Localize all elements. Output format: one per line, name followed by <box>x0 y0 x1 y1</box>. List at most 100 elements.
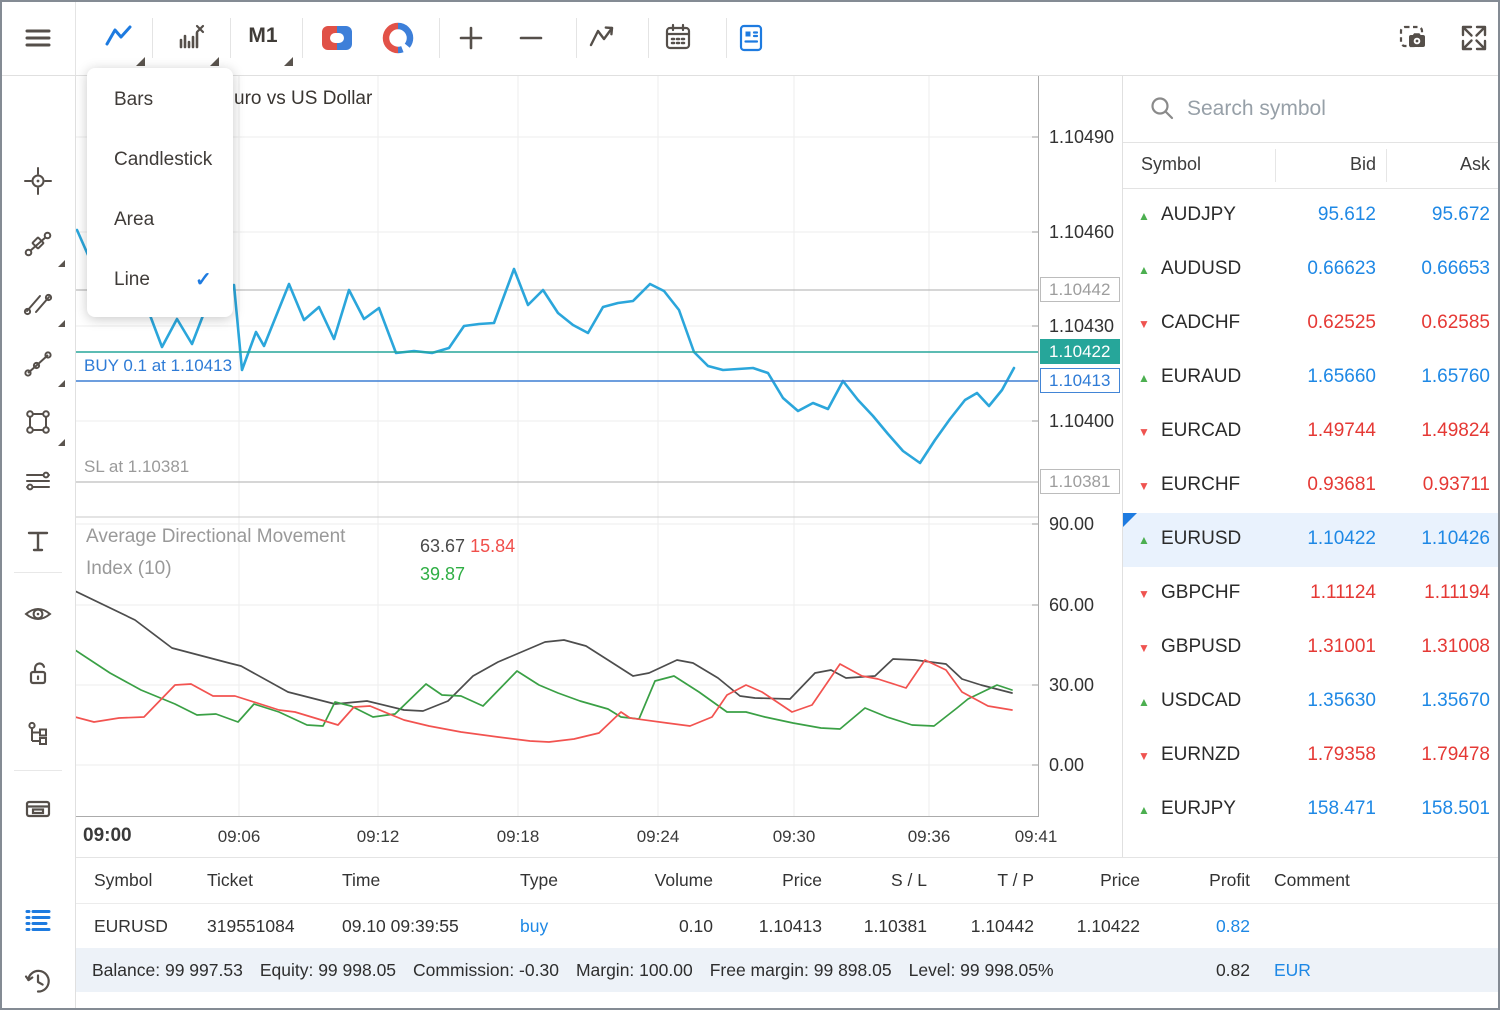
bid-value: 1.49744 <box>1307 420 1376 442</box>
objects-drawing-icon[interactable] <box>587 22 619 54</box>
history-icon[interactable] <box>23 966 53 996</box>
market-row-gbpusd[interactable]: ▼GBPUSD1.310011.31008 <box>1123 621 1500 675</box>
ask-value: 0.62585 <box>1421 312 1490 334</box>
plus-di-value: 39.87 <box>420 564 465 584</box>
time-tick: 09:41 <box>1015 827 1058 847</box>
trade-col-time[interactable]: Time <box>342 870 380 891</box>
price-tick: 1.10490 <box>1049 126 1114 148</box>
trade-col-tp[interactable]: T / P <box>997 870 1034 891</box>
column-symbol[interactable]: Symbol <box>1141 154 1201 175</box>
text-tool-icon[interactable] <box>23 526 53 556</box>
trade-col-price[interactable]: Price <box>782 870 822 891</box>
visibility-eye-icon[interactable] <box>23 599 53 629</box>
sl-price-tag[interactable]: 1.10381 <box>1040 469 1120 494</box>
zoom-out-button[interactable] <box>515 22 547 54</box>
depth-of-market-icon[interactable] <box>382 22 414 54</box>
trade-col-ticket[interactable]: Ticket <box>207 870 253 891</box>
market-row-cadchf[interactable]: ▼CADCHF0.625250.62585 <box>1123 297 1500 351</box>
economic-calendar-icon[interactable] <box>662 22 694 54</box>
news-panel-icon[interactable] <box>735 22 767 54</box>
trade-col-type[interactable]: Type <box>520 870 558 891</box>
time-tick: 09:18 <box>497 827 540 847</box>
bid-value: 158.471 <box>1307 798 1376 820</box>
time-tick: 09:36 <box>908 827 951 847</box>
market-row-eurcad[interactable]: ▼EURCAD1.497441.49824 <box>1123 405 1500 459</box>
shapes-tool-icon[interactable] <box>23 407 53 437</box>
tp-price-tag[interactable]: 1.10442 <box>1040 277 1120 302</box>
bid-value: 0.62525 <box>1307 312 1376 334</box>
price-tick: 1.10430 <box>1049 315 1114 337</box>
horizontal-lines-tool-icon[interactable] <box>23 466 53 496</box>
indicator-tick: 30.00 <box>1049 674 1094 696</box>
trade-cell-symbol: EURUSD <box>94 916 168 937</box>
market-row-eurchf[interactable]: ▼EURCHF0.936810.93711 <box>1123 459 1500 513</box>
indicator-values: 39.87 <box>420 564 465 585</box>
market-row-audusd[interactable]: ▲AUDUSD0.666230.66653 <box>1123 243 1500 297</box>
symbol-name: EURUSD <box>1161 528 1241 550</box>
trade-list-icon[interactable] <box>23 905 53 935</box>
sidebar-divider <box>14 572 62 573</box>
market-row-eurjpy[interactable]: ▲EURJPY158.471158.501 <box>1123 783 1500 837</box>
summary-item: Margin: 100.00 <box>576 960 693 980</box>
screenshot-camera-icon[interactable] <box>1398 22 1430 54</box>
chart-type-button[interactable] <box>103 22 135 54</box>
fullscreen-icon[interactable] <box>1458 22 1490 54</box>
trade-cell-price: 1.10413 <box>759 916 822 937</box>
trade-col-price-current[interactable]: Price <box>1100 870 1140 891</box>
price-axis[interactable]: 1.10490 1.10460 1.10430 1.10400 1.10442 … <box>1039 75 1122 817</box>
search-input[interactable] <box>1185 89 1479 129</box>
one-click-trading-icon[interactable] <box>322 26 354 58</box>
menu-item-line[interactable]: Line✓ <box>87 250 233 310</box>
symbol-search-bar <box>1123 75 1500 143</box>
market-row-usdcad[interactable]: ▲USDCAD1.356301.35670 <box>1123 675 1500 729</box>
hamburger-menu-icon[interactable] <box>22 22 54 54</box>
buy-position-label[interactable]: BUY 0.1 at 1.10413 <box>84 356 232 376</box>
trade-col-comment[interactable]: Comment <box>1274 870 1350 891</box>
menu-item-candlestick[interactable]: Candlestick <box>87 130 233 190</box>
zoom-in-button[interactable] <box>455 22 487 54</box>
polyline-tool-icon[interactable] <box>23 348 53 378</box>
menu-item-area[interactable]: Area <box>87 190 233 250</box>
price-tick: 1.10400 <box>1049 410 1114 432</box>
time-axis[interactable]: 09:0009:0609:1209:1809:2409:3009:3609:41 <box>75 817 1039 857</box>
menu-item-bars[interactable]: Bars <box>87 70 233 130</box>
indicators-button[interactable] <box>175 22 207 54</box>
position-price-tag[interactable]: 1.10413 <box>1040 368 1120 393</box>
objects-tree-icon[interactable] <box>23 718 53 748</box>
trade-table-row[interactable]: EURUSD31955108409.10 09:39:55buy0.101.10… <box>75 904 1500 949</box>
market-row-eurusd[interactable]: ▲EURUSD1.104221.10426 <box>1123 513 1500 567</box>
fibonacci-tool-icon[interactable] <box>23 228 53 258</box>
trade-table-header: Symbol Ticket Time Type Volume Price S / L T / … <box>75 858 1500 904</box>
trade-col-profit[interactable]: Profit <box>1209 870 1250 891</box>
unlock-icon[interactable] <box>23 659 53 689</box>
sidebar-divider <box>14 770 62 771</box>
dropdown-arrow-icon <box>136 57 145 66</box>
timeframe-button[interactable]: M1 <box>238 24 288 48</box>
column-bid[interactable]: Bid <box>1350 154 1376 175</box>
crosshair-tool-icon[interactable] <box>23 166 53 196</box>
trade-col-sl[interactable]: S / L <box>891 870 927 891</box>
market-row-eurnzd[interactable]: ▼EURNZD1.793581.79478 <box>1123 729 1500 783</box>
time-tick: 09:12 <box>357 827 400 847</box>
bid-value: 0.93681 <box>1307 474 1376 496</box>
down-arrow-icon: ▼ <box>1138 641 1150 655</box>
market-watch-panel: Symbol Bid Ask ▲AUDJPY95.61295.672▲AUDUS… <box>1122 75 1500 857</box>
summary-item: Free margin: 99 898.05 <box>710 960 892 980</box>
remove-objects-icon[interactable] <box>23 793 53 823</box>
bid-value: 1.79358 <box>1307 744 1376 766</box>
stop-loss-label[interactable]: SL at 1.10381 <box>84 457 189 477</box>
toolbar-separator <box>576 18 577 58</box>
menu-item-label: Candlestick <box>114 149 212 170</box>
trendlines-tool-icon[interactable] <box>23 288 53 318</box>
trade-col-volume[interactable]: Volume <box>655 870 713 891</box>
market-row-euraud[interactable]: ▲EURAUD1.656601.65760 <box>1123 351 1500 405</box>
down-arrow-icon: ▼ <box>1138 479 1150 493</box>
market-watch-header: Symbol Bid Ask <box>1123 143 1500 189</box>
column-ask[interactable]: Ask <box>1460 154 1490 175</box>
trade-col-symbol[interactable]: Symbol <box>94 870 152 891</box>
trade-cell-ticket: 319551084 <box>207 916 295 937</box>
market-row-audjpy[interactable]: ▲AUDJPY95.61295.672 <box>1123 189 1500 243</box>
time-tick: 09:00 <box>83 825 132 847</box>
market-row-gbpchf[interactable]: ▼GBPCHF1.111241.11194 <box>1123 567 1500 621</box>
toolbar-divider <box>75 2 76 75</box>
